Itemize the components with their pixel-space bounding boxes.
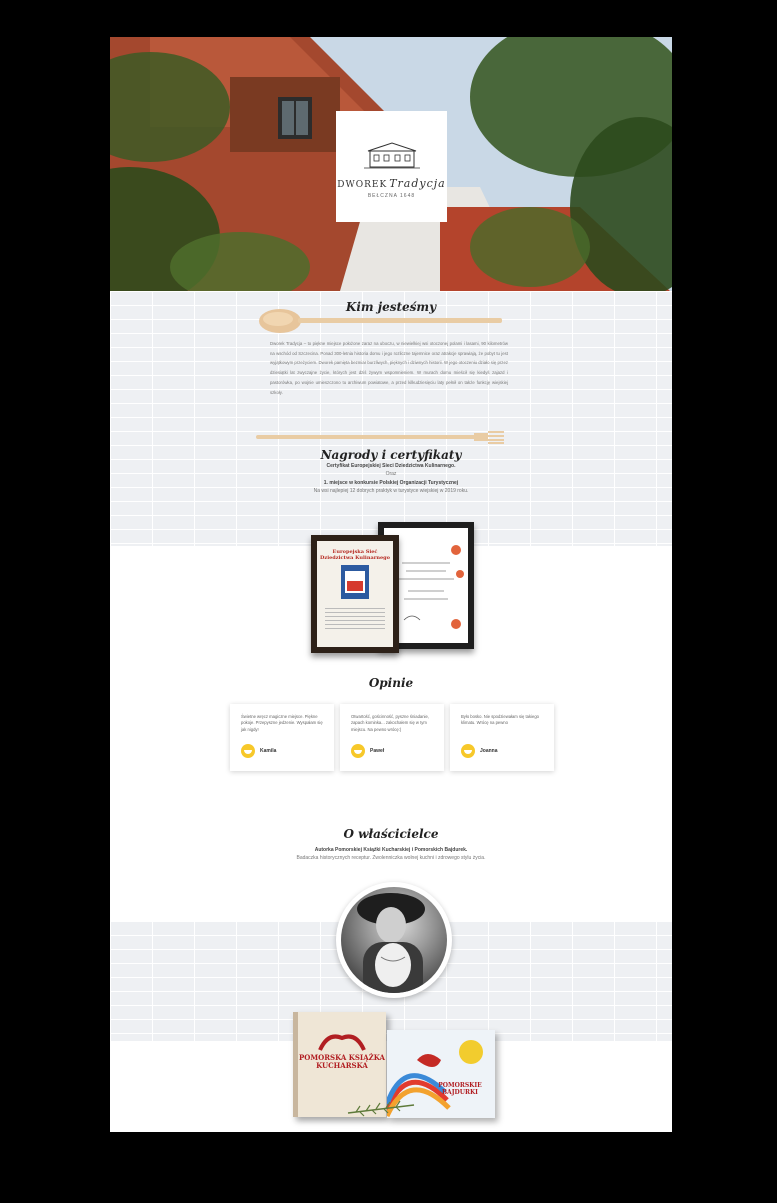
certificate-title: Europejska Sieć Dziedzictwa Kulinarnego	[320, 549, 390, 561]
certificate-culinary-heritage: Europejska Sieć Dziedzictwa Kulinarnego	[311, 535, 399, 653]
logo-brand: DWOREK Tradycja	[336, 177, 447, 190]
smiley-avatar-icon	[241, 744, 255, 758]
page: DWOREK Tradycja BEŁCZNA 1648 Kim jesteśmy…	[110, 37, 672, 1132]
reviews-heading: Opinie	[368, 676, 414, 690]
logo-brand-text: DWOREK	[337, 180, 388, 190]
owner-photo	[336, 882, 452, 998]
review-author: Paweł	[370, 748, 385, 754]
review-text: Było bosko. Nie spodziewałam się takiego…	[461, 714, 539, 726]
review-text: Świetne wręcz magiczne miejsce. Piękne p…	[241, 714, 323, 732]
logo[interactable]: DWOREK Tradycja BEŁCZNA 1648	[336, 111, 447, 222]
awards-text: Certyfikat Europejskiej Sieci Dziedzictw…	[240, 462, 542, 495]
awards-line2: Oraz	[385, 471, 397, 478]
review-card: Otwartość, gościnność, pyszne śniadanie,…	[340, 704, 444, 771]
hero-banner: DWOREK Tradycja BEŁCZNA 1648	[110, 37, 672, 291]
review-author: Kamila	[260, 748, 277, 754]
owner-portrait-image	[357, 893, 425, 993]
review-text: Otwartość, gościnność, pyszne śniadanie,…	[351, 714, 429, 732]
owner-text: Autorka Pomorskiej Książki Kucharskiej i…	[240, 846, 542, 863]
smiley-avatar-icon	[351, 744, 365, 758]
rosemary-sprig-icon	[347, 1100, 415, 1117]
awards-line1: Certyfikat Europejskiej Sieci Dziedzictw…	[326, 463, 456, 469]
awards-line3: 1. miejsce w konkursie Polskiej Organiza…	[323, 479, 459, 486]
griffin-emblem-icon	[318, 1034, 366, 1051]
logo-script-text: Tradycja	[389, 177, 446, 190]
owner-heading: O właścicielce	[343, 827, 439, 841]
review-card: Było bosko. Nie spodziewałam się takiego…	[450, 704, 554, 771]
awards-heading: Nagrody i certyfikaty	[320, 448, 462, 462]
logo-subtitle: BEŁCZNA 1648	[367, 193, 416, 199]
house-logo-icon	[364, 142, 420, 169]
book1-title: POMORSKA KSIĄŻKA KUCHARSKA	[299, 1053, 385, 1070]
review-author: Joanna	[480, 748, 498, 754]
smiley-avatar-icon	[461, 744, 475, 758]
book2-title: POMORSKIE BAJDURKI	[438, 1082, 482, 1096]
owner-line2: Badaczka historycznych receptur. Zwolenn…	[296, 855, 486, 862]
awards-line4: Na wsi najlepiej 12 dobrych praktyk w tu…	[313, 487, 469, 494]
review-card: Świetne wręcz magiczne miejsce. Piękne p…	[230, 704, 334, 771]
wooden-spoon-icon	[259, 309, 502, 333]
about-text: Dworek Tradycja – to piękne miejsce poło…	[270, 341, 508, 395]
owner-line1: Autorka Pomorskiej Książki Kucharskiej i…	[314, 847, 468, 853]
wooden-fork-icon	[256, 431, 504, 444]
certificate-badge-icon	[341, 565, 369, 599]
